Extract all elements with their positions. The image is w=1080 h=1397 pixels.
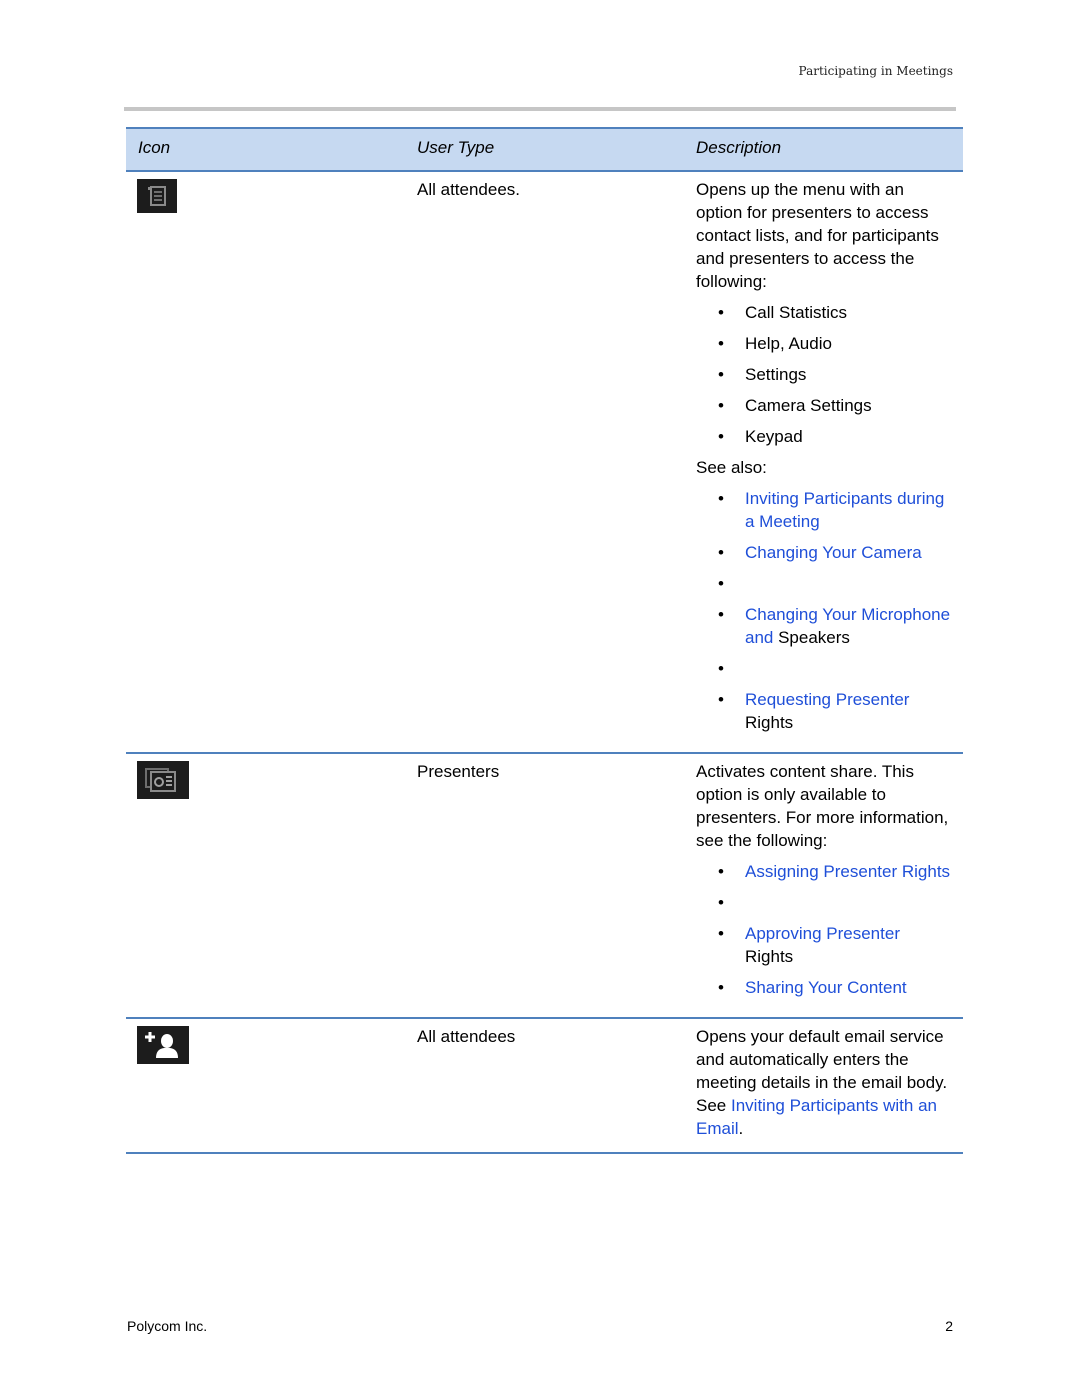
list-item: Keypad: [696, 425, 951, 448]
footer-company: Polycom Inc.: [127, 1318, 208, 1334]
see-also-list: Assigning Presenter Rights Approving Pre…: [696, 860, 951, 999]
icon-cell: [126, 171, 405, 754]
list-item: Changing Your Camera: [696, 541, 951, 564]
link-tail-text: Speakers: [773, 628, 850, 647]
column-header-icon: Icon: [126, 127, 405, 172]
column-header-description: Description: [684, 127, 963, 172]
description-text: Opens up the menu with an option for pre…: [696, 180, 939, 291]
link-tail-text: Rights: [745, 713, 794, 732]
list-item: Changing Your Microphone and Speakers: [696, 603, 951, 649]
link-inviting-participants-email[interactable]: Inviting Participants with an Email: [696, 1096, 937, 1138]
link-requesting-presenter-rights[interactable]: Requesting Presenter: [745, 690, 909, 709]
list-item: Settings: [696, 363, 951, 386]
description-cell: Opens up the menu with an option for pre…: [684, 171, 963, 754]
user-type-cell: Presenters: [405, 753, 684, 1019]
link-sharing-your-content[interactable]: Sharing Your Content: [745, 978, 907, 997]
list-item: Requesting Presenter Rights: [696, 688, 951, 734]
link-changing-your-camera[interactable]: Changing Your Camera: [745, 543, 922, 562]
see-also-label: See also:: [696, 458, 767, 477]
icon-cell: [126, 1018, 405, 1154]
description-end: .: [738, 1119, 744, 1138]
running-header: Participating in Meetings: [798, 64, 953, 78]
list-item: Sharing Your Content: [696, 976, 951, 999]
link-inviting-participants-during-meeting[interactable]: Inviting Participants during a Meeting: [745, 489, 944, 531]
list-item-empty: [696, 891, 951, 914]
list-item-empty: [696, 657, 951, 680]
list-item: Camera Settings: [696, 394, 951, 417]
user-type-cell: All attendees.: [405, 171, 684, 754]
description-cell: Activates content share. This option is …: [684, 753, 963, 1019]
link-tail-text: Rights: [745, 947, 794, 966]
see-also-list: Inviting Participants during a Meeting C…: [696, 487, 951, 734]
list-item: Inviting Participants during a Meeting: [696, 487, 951, 533]
list-item: Help, Audio: [696, 332, 951, 355]
description-cell: Opens your default email service and aut…: [684, 1018, 963, 1154]
header-rule: [124, 107, 956, 111]
add-participant-icon: [137, 1026, 189, 1064]
table-row: All attendees. Opens up the menu with an…: [126, 171, 963, 754]
description-text: Activates content share. This option is …: [696, 762, 949, 850]
column-header-user-type: User Type: [405, 127, 684, 172]
list-item: Approving Presenter Rights: [696, 922, 951, 968]
feature-list: Call Statistics Help, Audio Settings Cam…: [696, 301, 951, 448]
list-item: Assigning Presenter Rights: [696, 860, 951, 883]
icon-table: Icon User Type Description All attendees…: [126, 127, 963, 1154]
table-row: All attendees Opens your default email s…: [126, 1018, 963, 1154]
list-item-empty: [696, 572, 951, 595]
table-row: Presenters Activates content share. This…: [126, 753, 963, 1019]
icon-cell: [126, 753, 405, 1019]
page-number: 2: [945, 1318, 953, 1334]
menu-icon: [137, 179, 177, 213]
user-type-cell: All attendees: [405, 1018, 684, 1154]
content-share-icon: [137, 761, 189, 799]
link-approving-presenter-rights[interactable]: Approving Presenter: [745, 924, 900, 943]
table-header-row: Icon User Type Description: [126, 127, 963, 172]
link-assigning-presenter-rights[interactable]: Assigning Presenter Rights: [745, 862, 950, 881]
list-item: Call Statistics: [696, 301, 951, 324]
